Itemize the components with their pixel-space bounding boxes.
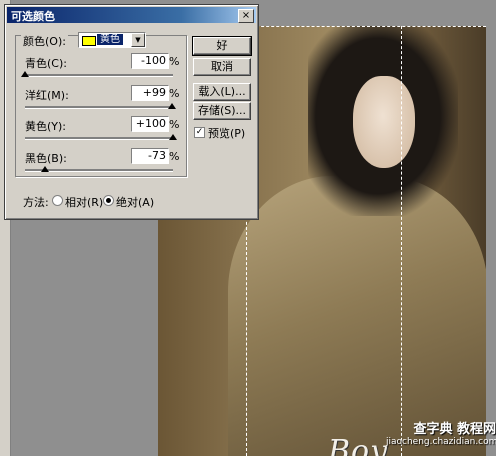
black-label: 黑色(B): [25, 152, 67, 165]
magenta-input[interactable]: +99 [131, 85, 169, 101]
dialog-titlebar[interactable]: 可选颜色 × [7, 7, 256, 23]
magenta-slider-thumb[interactable] [168, 103, 177, 109]
black-slider[interactable] [25, 166, 173, 172]
color-swatch [82, 36, 96, 46]
watermark-title: 查字典 教程网 [413, 422, 496, 437]
cancel-button[interactable]: 取消 [193, 58, 251, 76]
cyan-slider-thumb[interactable] [21, 71, 29, 77]
method-absolute-label[interactable]: 绝对(A) [116, 194, 154, 210]
yellow-label: 黄色(Y): [25, 120, 67, 133]
selection-marquee [246, 26, 402, 456]
yellow-slider-thumb[interactable] [169, 134, 177, 140]
black-unit: % [169, 150, 180, 163]
black-input[interactable]: -73 [131, 148, 169, 164]
magenta-slider[interactable] [25, 103, 177, 109]
yellow-slider[interactable] [25, 134, 177, 140]
yellow-unit: % [169, 118, 180, 131]
close-icon[interactable]: × [238, 9, 254, 23]
ok-button[interactable]: 好 [192, 36, 252, 56]
preview-checkbox[interactable]: ✓ [194, 127, 205, 138]
method-relative-label[interactable]: 相对(R) [65, 194, 103, 210]
magenta-label: 洋红(M): [25, 89, 69, 102]
watermark-url: jiaocheng.chazidian.com [386, 437, 496, 447]
watermark: 查字典 教程网 jiaocheng.chazidian.com [386, 422, 496, 448]
magenta-unit: % [169, 87, 180, 100]
cyan-unit: % [169, 55, 180, 68]
selective-color-dialog: 可选颜色 × 颜色(O): 黄色 ▼ 青色(C): -100 % 洋红(M): … [4, 4, 259, 220]
color-label: 颜色(O): [21, 33, 68, 49]
black-slider-thumb[interactable] [40, 166, 49, 172]
cyan-label: 青色(C): [25, 57, 67, 70]
cyan-input[interactable]: -100 [131, 53, 169, 69]
method-label: 方法: [23, 196, 49, 209]
radio-selected-dot [106, 198, 111, 203]
chevron-down-icon[interactable]: ▼ [131, 33, 145, 47]
cyan-slider[interactable] [21, 71, 173, 77]
load-button[interactable]: 载入(L)... [193, 83, 251, 101]
color-select[interactable]: 黄色 ▼ [78, 32, 146, 48]
dialog-title: 可选颜色 [11, 10, 55, 23]
method-absolute-radio[interactable] [103, 195, 114, 206]
yellow-input[interactable]: +100 [131, 116, 169, 132]
save-button[interactable]: 存储(S)... [193, 102, 251, 120]
method-relative-radio[interactable] [52, 195, 63, 206]
preview-label[interactable]: 预览(P) [208, 125, 245, 141]
color-select-value: 黄色 [97, 34, 123, 45]
